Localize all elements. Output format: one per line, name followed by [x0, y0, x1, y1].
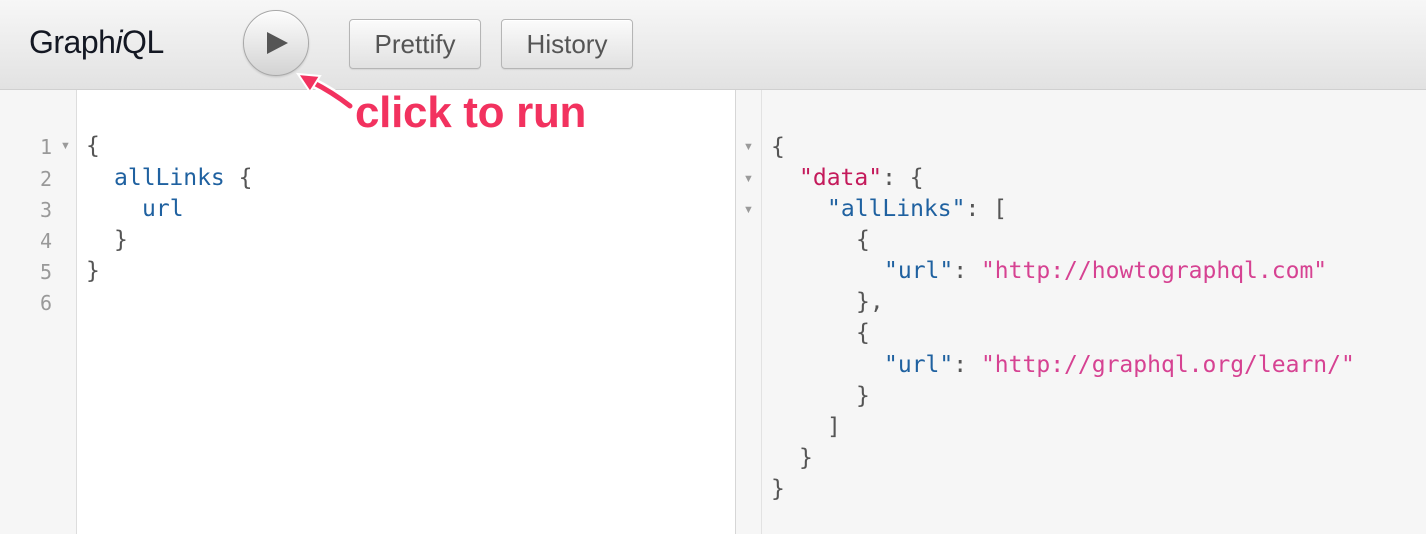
result-line: "data": { — [799, 165, 924, 191]
result-line: "url": "http://howtographql.com" — [884, 258, 1327, 284]
json-string-url: "http://graphql.org/learn/" — [980, 352, 1355, 378]
line-number-gutter: 1 ▼ 2 3 4 5 6 — [0, 90, 77, 534]
result-line: { — [856, 227, 870, 253]
fold-arrow-icon[interactable]: ▼ — [743, 141, 754, 153]
result-line: } — [771, 476, 785, 502]
result-gutter: ▼ ▼ ▼ — [735, 90, 762, 534]
field-alllinks: allLinks — [114, 165, 225, 191]
query-editor[interactable]: 1 ▼ 2 3 4 5 6 { allLinks { url } } — [0, 90, 735, 534]
json-key-url: "url" — [884, 352, 954, 378]
graphiql-app: GraphiQL Prettify History 1 ▼ 2 3 4 5 6 … — [0, 0, 1426, 534]
result-line: } — [799, 445, 813, 471]
title-prefix: Graph — [29, 24, 116, 60]
query-line-4: } — [114, 227, 128, 253]
fold-arrow-icon[interactable]: ▼ — [743, 173, 754, 185]
line-number: 4 — [39, 229, 52, 253]
result-line: }, — [856, 289, 884, 315]
annotation-click-to-run: click to run — [355, 88, 587, 137]
line-number: 1 — [39, 135, 52, 159]
prettify-button[interactable]: Prettify — [349, 19, 481, 69]
result-line: "url": "http://graphql.org/learn/" — [884, 352, 1355, 378]
result-line: { — [856, 320, 870, 346]
json-key-alllinks: "allLinks" — [827, 196, 966, 222]
line-number: 6 — [39, 291, 52, 315]
line-number: 5 — [39, 260, 52, 284]
json-punct: : — [953, 258, 981, 284]
json-key-data: "data" — [799, 165, 883, 191]
brace: { — [238, 165, 253, 191]
json-punct: : { — [882, 165, 924, 191]
line-number: 3 — [39, 198, 52, 222]
json-string-url: "http://howtographql.com" — [980, 258, 1328, 284]
result-line: ] — [827, 414, 841, 440]
json-punct: : — [953, 352, 981, 378]
fold-arrow-icon[interactable]: ▼ — [743, 204, 754, 216]
result-line: { — [771, 134, 785, 160]
line-number: 2 — [39, 167, 52, 191]
result-viewer: { "data": { "allLinks": [ { "url": "http… — [762, 90, 1426, 534]
result-line: "allLinks": [ — [827, 196, 1007, 222]
query-line-2: allLinks { — [114, 165, 253, 191]
result-line: } — [856, 383, 870, 409]
query-line-1: { — [86, 133, 100, 159]
annotation-arrow-icon — [296, 72, 355, 111]
toolbar: GraphiQL Prettify History — [0, 0, 1426, 90]
history-button[interactable]: History — [501, 19, 633, 69]
json-punct: : [ — [965, 196, 1008, 222]
app-title: GraphiQL — [29, 24, 164, 61]
fold-arrow-icon[interactable]: ▼ — [60, 140, 71, 152]
query-line-5: } — [86, 258, 100, 284]
play-icon — [267, 32, 288, 54]
title-suffix: QL — [122, 24, 164, 60]
json-key-url: "url" — [884, 258, 954, 284]
field-url: url — [142, 196, 184, 222]
